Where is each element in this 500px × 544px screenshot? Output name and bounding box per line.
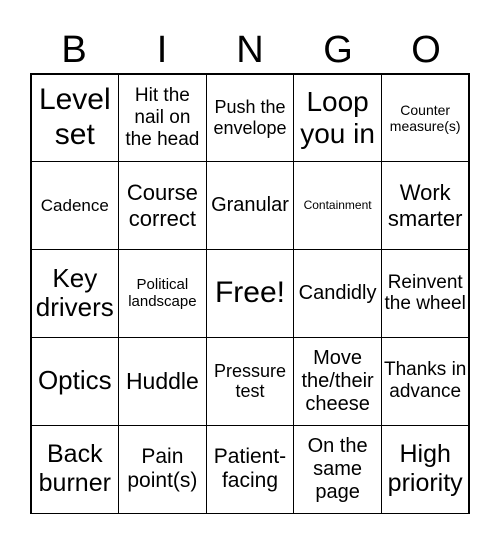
bingo-cell[interactable]: Pressure test <box>205 336 295 426</box>
bingo-cell[interactable]: Level set <box>30 73 120 163</box>
bingo-cell[interactable]: Pain point(s) <box>118 424 207 514</box>
bingo-cell[interactable]: Course correct <box>118 161 207 251</box>
header-letter-b: B <box>61 29 87 71</box>
header-letter-i: I <box>156 29 168 71</box>
header-letter-g: G <box>323 29 353 71</box>
bingo-cell[interactable]: Move the/their cheese <box>293 336 382 426</box>
free-space-cell[interactable]: Free! <box>205 249 295 338</box>
bingo-cell[interactable]: Granular <box>205 161 295 251</box>
bingo-grid: Level set Hit the nail on the head Push … <box>30 73 470 514</box>
bingo-cell[interactable]: Hit the nail on the head <box>118 73 207 163</box>
bingo-header: B I N G O <box>30 28 470 73</box>
bingo-cell[interactable]: High priority <box>380 424 470 514</box>
bingo-cell[interactable]: Push the envelope <box>205 73 295 163</box>
bingo-cell[interactable]: Key drivers <box>30 249 120 338</box>
bingo-cell[interactable]: Huddle <box>118 336 207 426</box>
bingo-cell[interactable]: Back burner <box>30 424 120 514</box>
bingo-cell[interactable]: Thanks in advance <box>380 336 470 426</box>
bingo-cell[interactable]: On the same page <box>293 424 382 514</box>
header-letter-n: N <box>236 29 264 71</box>
bingo-cell[interactable]: Reinvent the wheel <box>380 249 470 338</box>
bingo-cell[interactable]: Counter measure(s) <box>380 73 470 163</box>
bingo-cell[interactable]: Containment <box>293 161 382 251</box>
bingo-cell[interactable]: Work smarter <box>380 161 470 251</box>
bingo-cell[interactable]: Loop you in <box>293 73 382 163</box>
bingo-cell[interactable]: Candidly <box>293 249 382 338</box>
bingo-cell[interactable]: Political landscape <box>118 249 207 338</box>
bingo-cell[interactable]: Cadence <box>30 161 120 251</box>
bingo-cell[interactable]: Patient-facing <box>205 424 295 514</box>
header-letter-o: O <box>411 29 441 71</box>
bingo-cell[interactable]: Optics <box>30 336 120 426</box>
